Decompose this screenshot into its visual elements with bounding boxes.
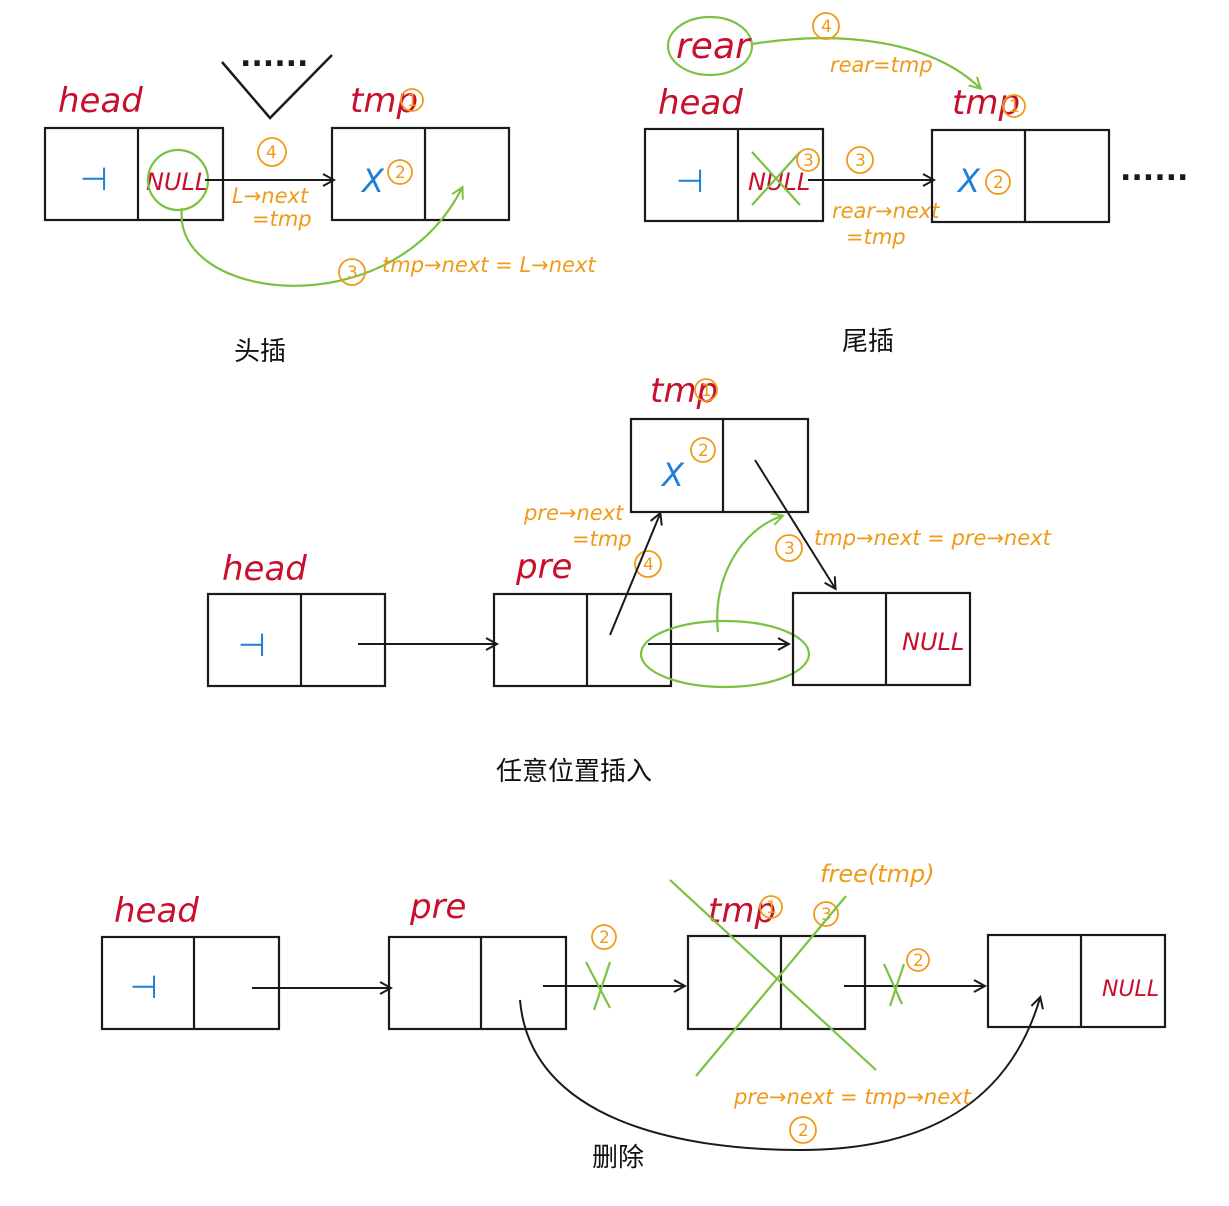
delete-head-node	[100, 935, 281, 1031]
delete-tmp-node	[686, 934, 867, 1031]
head-insert-ann-tmp-next: tmp→next = L→next	[382, 253, 596, 277]
tail-insert-step4: 4	[821, 17, 832, 37]
tail-insert-head-value: ⊣	[676, 162, 704, 200]
delete-pre-label: pre	[409, 887, 466, 927]
any-insert-head-label: head	[222, 549, 307, 589]
delete-step2c: 2	[798, 1121, 809, 1141]
any-insert-tmp-node	[629, 417, 810, 514]
any-insert-step4: 4	[643, 555, 654, 575]
tail-insert-step3a: 3	[803, 151, 814, 171]
tail-insert-ann-rear-next-2: =tmp	[846, 225, 906, 249]
delete-null-text: NULL	[1102, 977, 1159, 1002]
delete-ann-pre-next: pre→next = tmp→next	[733, 1085, 972, 1109]
delete-step2b: 2	[913, 951, 924, 971]
tail-insert-ann-rear-tmp: rear=tmp	[830, 53, 933, 77]
any-insert-step1: 1	[701, 381, 712, 401]
any-insert-ann-pre-next-2: =tmp	[572, 527, 632, 551]
any-insert-section: tmp 1 X 2 pre→next =tmp 4 head ⊣ pre 3 t…	[206, 371, 1052, 787]
any-insert-caption: 任意位置插入	[496, 757, 652, 787]
tail-insert-rear-label: rear	[676, 26, 752, 67]
linked-list-diagram: head ⊣ NULL ...... 4 L→next =tmp tmp 1 X…	[43, 12, 1188, 1173]
head-insert-head-value: ⊣	[80, 160, 108, 198]
delete-step2a: 2	[599, 928, 610, 948]
tail-insert-caption: 尾插	[842, 327, 894, 357]
head-insert-step1: 1	[407, 91, 418, 111]
delete-ann-free: free(tmp)	[820, 860, 935, 888]
head-insert-section: head ⊣ NULL ...... 4 L→next =tmp tmp 1 X…	[43, 39, 596, 367]
delete-head-value: ⊣	[130, 968, 158, 1006]
any-insert-ann-tmp-next: tmp→next = pre→next	[814, 526, 1052, 550]
any-insert-old-link-highlight	[639, 619, 811, 689]
head-insert-ann-l-next-2: =tmp	[252, 207, 312, 231]
tail-insert-section: rear 4 rear=tmp head ⊣ NULL 3 3 rear→nex…	[643, 12, 1188, 357]
delete-pre-node	[387, 935, 568, 1031]
head-insert-step2: 2	[395, 163, 406, 183]
tail-insert-ann-rear-next-1: rear→next	[832, 199, 940, 223]
head-insert-step3: 3	[347, 263, 358, 283]
any-insert-step3-curve	[716, 516, 782, 633]
head-insert-step4: 4	[266, 143, 277, 163]
any-insert-step3: 3	[784, 539, 795, 559]
delete-head-label: head	[114, 891, 199, 931]
any-insert-tmp-value: X	[660, 456, 685, 494]
delete-caption: 删除	[592, 1143, 644, 1173]
delete-section: head ⊣ pre 2 tmp 1 free(tmp) 3 2 NULL pr…	[100, 860, 1167, 1173]
delete-step1: 1	[766, 898, 777, 918]
tail-insert-tmp-value: X	[956, 162, 981, 200]
head-insert-ann-l-next-1: L→next	[232, 184, 309, 208]
head-insert-head-label: head	[58, 81, 143, 121]
tail-insert-step3b: 3	[855, 151, 866, 171]
head-insert-null-text: NULL	[146, 168, 208, 196]
head-insert-caption: 头插	[234, 337, 286, 367]
any-insert-head-node	[206, 592, 387, 688]
any-insert-tmp-next-arrow	[754, 459, 835, 588]
any-insert-step2: 2	[698, 441, 709, 461]
tail-insert-step1: 1	[1009, 97, 1020, 117]
tail-insert-dots: ......	[1120, 153, 1188, 188]
tail-insert-step2: 2	[993, 173, 1004, 193]
any-insert-head-value: ⊣	[238, 626, 266, 664]
head-insert-dots: ......	[240, 39, 308, 74]
any-insert-pre-node	[492, 592, 673, 688]
head-insert-tmp-value: X	[360, 162, 385, 200]
tail-insert-head-label: head	[658, 83, 743, 123]
any-insert-pre-label: pre	[515, 547, 572, 587]
head-insert-tmp-node	[330, 126, 511, 222]
any-insert-null-text: NULL	[902, 628, 964, 656]
any-insert-ann-pre-next-1: pre→next	[523, 501, 624, 525]
